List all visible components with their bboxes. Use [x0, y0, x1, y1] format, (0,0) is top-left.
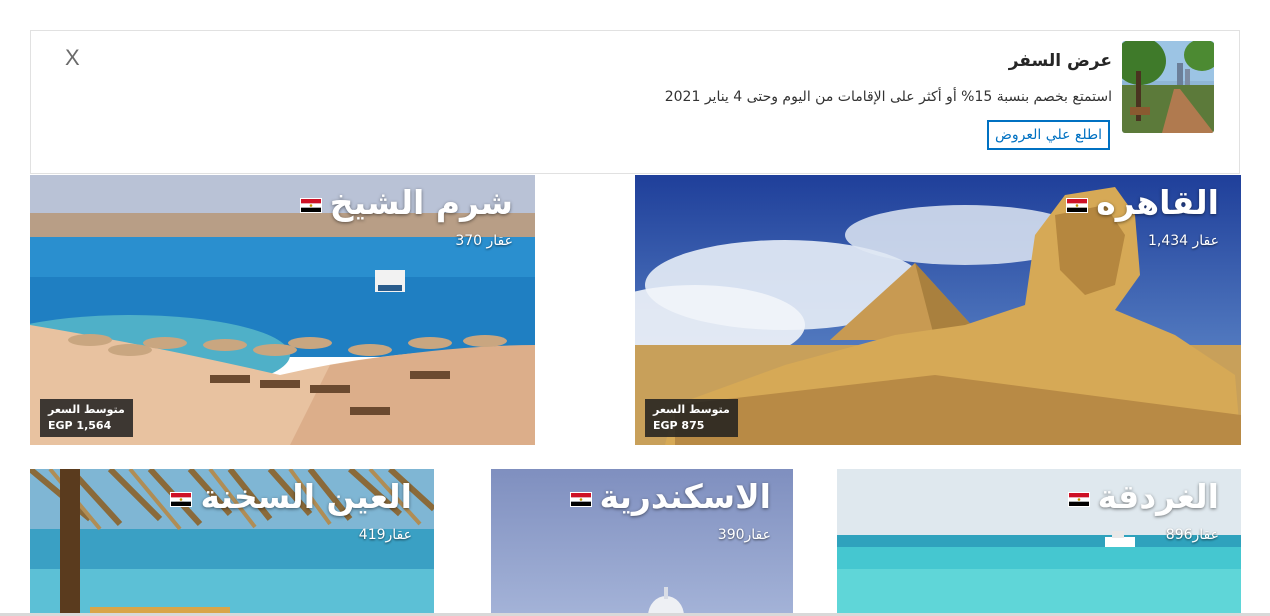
destination-card-sharm-el-sheikh[interactable]: شرم الشيخ عقار 370 متوسط السعر EGP 1,564 — [30, 175, 535, 445]
egypt-flag-icon — [170, 492, 193, 507]
price-label: متوسط السعر — [48, 403, 125, 416]
offer-thumbnail — [1122, 41, 1214, 133]
egypt-flag-icon — [299, 198, 322, 213]
destination-name: شرم الشيخ — [299, 183, 513, 222]
average-price-badge: متوسط السعر EGP 1,564 — [40, 399, 133, 437]
banner-description: استمتع بخصم بنسبة 15% أو أكثر على الإقام… — [664, 89, 1112, 105]
egypt-flag-icon — [1066, 198, 1089, 213]
property-count: عقار419 — [358, 527, 412, 543]
property-count: عقار896 — [1165, 527, 1219, 543]
destination-name: الغردقة — [1067, 477, 1219, 516]
destination-card-ain-sokhna[interactable]: العين السخنة عقار419 — [30, 469, 434, 616]
property-count: عقار 370 — [455, 233, 513, 249]
price-label: متوسط السعر — [653, 403, 730, 416]
destination-name: العين السخنة — [170, 477, 412, 516]
banner-title: عرض السفر — [1008, 51, 1112, 71]
price-value: EGP 875 — [653, 419, 705, 432]
price-value: EGP 1,564 — [48, 419, 112, 432]
offer-banner: X عرض السفر استمتع بخصم بنسبة 15% أو أكث… — [30, 30, 1240, 174]
close-button[interactable]: X — [65, 45, 80, 71]
see-offers-button[interactable]: اطلع علي العروض — [987, 120, 1110, 150]
destination-card-alexandria[interactable]: الاسكندرية عقار390 — [491, 469, 793, 616]
destination-card-hurghada[interactable]: الغردقة عقار896 — [837, 469, 1241, 616]
property-count: عقار390 — [717, 527, 771, 543]
destination-card-cairo[interactable]: القاهره عقار 1,434 متوسط السعر EGP 875 — [635, 175, 1241, 445]
destination-name: القاهره — [1066, 183, 1219, 222]
average-price-badge: متوسط السعر EGP 875 — [645, 399, 738, 437]
destination-name: الاسكندرية — [569, 477, 771, 516]
egypt-flag-icon — [569, 492, 592, 507]
property-count: عقار 1,434 — [1147, 233, 1219, 249]
egypt-flag-icon — [1067, 492, 1090, 507]
